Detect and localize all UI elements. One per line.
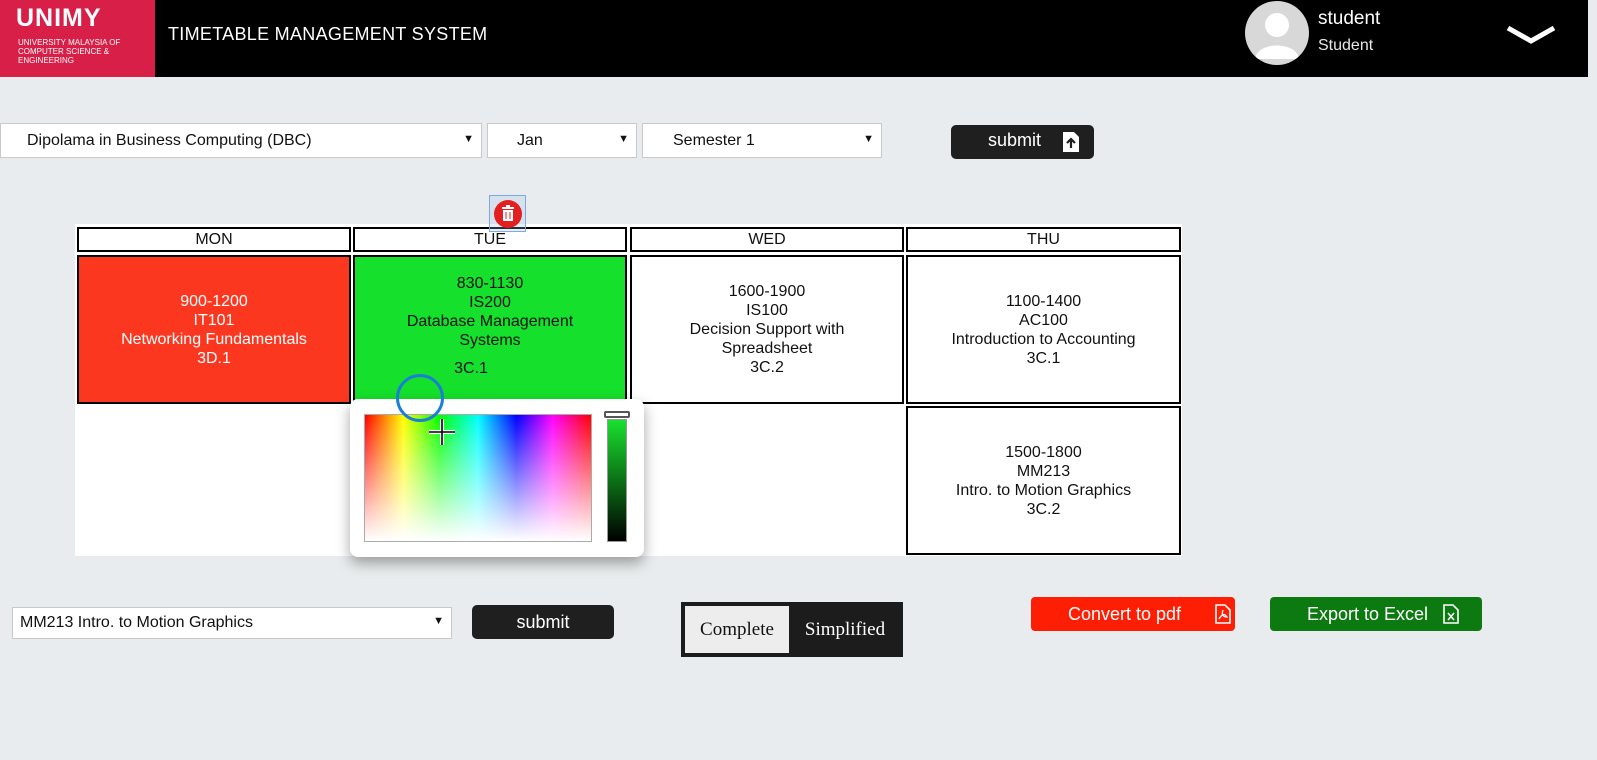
avatar[interactable] <box>1245 1 1309 65</box>
day-header-wed: WED <box>630 227 904 252</box>
month-select[interactable]: Jan ▼ <box>487 123 637 158</box>
convert-pdf-button[interactable]: Convert to pdf <box>1031 597 1235 631</box>
logo-subtext: UNIVERSITY MALAYSIA OF COMPUTER SCIENCE … <box>18 38 121 65</box>
class-time: 1100-1400 <box>1005 292 1082 310</box>
class-title: Intro. to Motion Graphics <box>955 481 1132 499</box>
class-cell[interactable]: 1500-1800 MM213 Intro. to Motion Graphic… <box>906 406 1181 555</box>
class-cell[interactable]: 830-1130 IS200 Database Management Syste… <box>353 255 627 404</box>
brightness-slider[interactable] <box>607 419 627 542</box>
user-role: Student <box>1318 37 1374 54</box>
upload-file-icon <box>1063 132 1079 152</box>
class-cell[interactable]: 1100-1400 AC100 Introduction to Accounti… <box>906 255 1181 404</box>
unimy-logo[interactable]: UNIMY UNIVERSITY MALAYSIA OF COMPUTER SC… <box>0 0 155 77</box>
simplified-view-button[interactable]: Simplified <box>791 606 899 653</box>
pdf-label: Convert to pdf <box>1068 604 1182 624</box>
selection-handle[interactable] <box>489 195 526 232</box>
dropdown-arrow-icon: ▼ <box>618 133 629 145</box>
day-header-mon: MON <box>77 227 351 252</box>
subject-select[interactable]: MM213 Intro. to Motion Graphics ▼ <box>12 607 452 639</box>
subject-submit-button[interactable]: submit <box>472 605 614 639</box>
pdf-file-icon <box>1215 604 1231 624</box>
dropdown-arrow-icon: ▼ <box>433 615 444 627</box>
class-time: 830-1130 <box>456 275 524 292</box>
delete-button[interactable] <box>494 200 522 228</box>
excel-label: Export to Excel <box>1307 604 1429 624</box>
month-value: Jan <box>517 132 543 149</box>
color-spectrum[interactable] <box>364 414 592 542</box>
top-bar: UNIMY UNIVERSITY MALAYSIA OF COMPUTER SC… <box>0 0 1588 77</box>
chevron-down-icon[interactable] <box>1506 22 1556 46</box>
programme-select[interactable]: Dipolama in Business Computing (DBC) ▼ <box>0 123 482 158</box>
view-toggle: Complete Simplified <box>681 602 903 657</box>
export-excel-button[interactable]: Export to Excel <box>1270 597 1482 631</box>
class-code: IT101 <box>193 311 235 329</box>
semester-select[interactable]: Semester 1 ▼ <box>642 123 882 158</box>
class-cell[interactable]: 900-1200 IT101 Networking Fundamentals 3… <box>77 255 351 404</box>
class-room: 3C.1 <box>454 360 488 377</box>
logo-text: UNIMY <box>16 4 102 32</box>
class-code: MM213 <box>1016 462 1071 480</box>
class-room: 3C.2 <box>1026 500 1061 518</box>
class-time: 1500-1800 <box>1005 443 1082 461</box>
submit-button[interactable]: submit <box>951 125 1094 159</box>
class-time: 1600-1900 <box>728 283 806 300</box>
submit-label: submit <box>988 130 1042 150</box>
class-title: Networking Fundamentals <box>121 330 307 348</box>
click-indicator <box>396 374 444 422</box>
excel-file-icon <box>1443 604 1459 624</box>
user-name: student <box>1318 8 1381 29</box>
subject-value: MM213 Intro. to Motion Graphics <box>20 614 253 631</box>
class-room: 3D.1 <box>197 349 231 367</box>
class-cell[interactable]: 1600-1900 IS100 Decision Support with Sp… <box>630 255 904 404</box>
crosshair-cursor-icon <box>429 419 455 445</box>
class-code: IS200 <box>469 294 511 311</box>
class-title: Decision Support with Spreadsheet <box>689 321 845 357</box>
class-room: 3C.2 <box>750 359 784 376</box>
class-code: AC100 <box>1019 311 1068 329</box>
class-time: 900-1200 <box>180 292 248 310</box>
dropdown-arrow-icon: ▼ <box>863 133 874 145</box>
class-title: Introduction to Accounting <box>951 330 1136 348</box>
color-picker <box>350 399 644 557</box>
semester-value: Semester 1 <box>673 132 755 149</box>
slider-handle[interactable] <box>604 411 630 418</box>
class-title: Database Management Systems <box>406 313 574 349</box>
complete-view-button[interactable]: Complete <box>685 606 789 653</box>
class-room: 3C.1 <box>1026 349 1061 367</box>
class-code: IS100 <box>746 302 788 319</box>
day-header-thu: THU <box>906 227 1181 252</box>
app-title: TIMETABLE MANAGEMENT SYSTEM <box>168 24 488 44</box>
dropdown-arrow-icon: ▼ <box>463 133 474 145</box>
trash-icon <box>502 205 514 221</box>
programme-value: Dipolama in Business Computing (DBC) <box>27 132 312 149</box>
user-icon <box>1255 13 1299 59</box>
